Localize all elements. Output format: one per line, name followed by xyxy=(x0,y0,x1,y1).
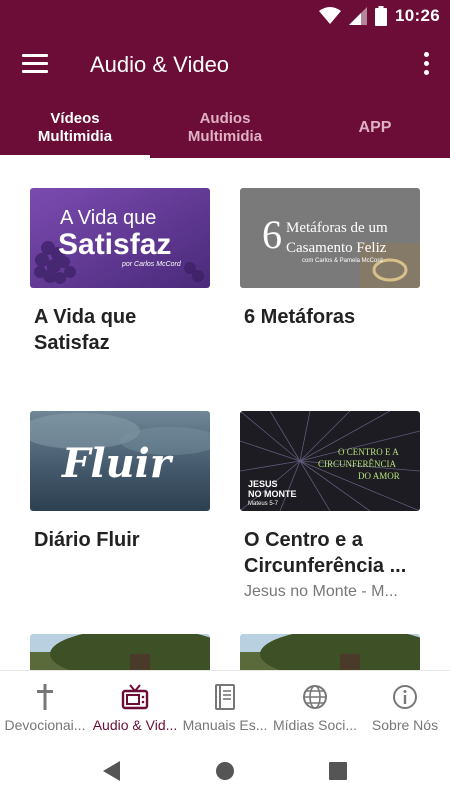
nav-label: Mídias Soci... xyxy=(272,717,358,733)
thumb-text: Mateus 5-7 xyxy=(248,501,279,507)
battery-icon xyxy=(375,6,388,26)
wifi-icon xyxy=(319,7,342,24)
video-card[interactable] xyxy=(240,634,420,670)
thumb-text: CIRCUNFERÊNCIA xyxy=(318,459,397,469)
book-icon xyxy=(180,683,270,711)
nav-item-midias-sociais[interactable]: Mídias Soci... xyxy=(270,671,360,742)
video-thumbnail[interactable]: 6 Metáforas de um Casamento Feliz com Ca… xyxy=(240,188,420,288)
signal-icon xyxy=(349,7,368,25)
tab-audios-multimidia[interactable]: Audios Multimidia xyxy=(150,98,300,158)
tv-icon xyxy=(90,683,180,711)
home-icon[interactable] xyxy=(215,760,235,782)
video-title: O Centro e a Circunferência ... xyxy=(244,529,407,577)
info-icon xyxy=(360,683,450,711)
globe-icon xyxy=(270,683,360,711)
status-time: 10:26 xyxy=(395,6,440,25)
thumb-text: JESUS xyxy=(248,479,278,489)
nav-label: Devocionai... xyxy=(4,717,86,733)
video-card-a-vida-que-satisfaz[interactable]: A Vida que Satisfaz por Carlos McCord A … xyxy=(30,188,210,356)
hamburger-menu-icon[interactable] xyxy=(22,54,48,76)
video-subtitle: Jesus no Monte - M... xyxy=(244,583,398,600)
thumb-text: Casamento Feliz xyxy=(286,240,387,256)
nav-item-audio-video[interactable]: Audio & Vid... xyxy=(90,671,180,742)
video-card-o-centro-e-a-circunferencia[interactable]: JESUS NO MONTE Mateus 5-7 O CENTRO E A C… xyxy=(240,411,420,601)
back-icon[interactable] xyxy=(102,760,122,782)
more-options-icon[interactable] xyxy=(422,52,430,78)
thumb-text: A Vida que xyxy=(60,207,156,229)
tab-label-line2: Multimidia xyxy=(37,128,113,145)
tab-app[interactable]: APP xyxy=(300,98,450,158)
bottom-navigation: Devocionai... Audio & Vid... Manuais Es.… xyxy=(0,670,450,742)
video-title: A Vida que Satisfaz xyxy=(34,306,137,354)
video-thumbnail[interactable] xyxy=(30,634,210,670)
recent-apps-icon[interactable] xyxy=(328,760,348,782)
app-bar: Audio & Video xyxy=(0,32,450,98)
thumb-text: Fluir xyxy=(61,440,174,487)
video-thumbnail[interactable]: A Vida que Satisfaz por Carlos McCord xyxy=(30,188,210,288)
video-card[interactable] xyxy=(30,634,210,670)
video-card-6-metaforas[interactable]: 6 Metáforas de um Casamento Feliz com Ca… xyxy=(240,188,420,330)
thumb-text: DO AMOR xyxy=(358,471,400,481)
video-title: Diário Fluir xyxy=(34,529,140,551)
nav-label: Audio & Vid... xyxy=(92,717,178,733)
video-title: 6 Metáforas xyxy=(244,306,356,328)
video-thumbnail[interactable] xyxy=(240,634,420,670)
tab-label: APP xyxy=(358,119,392,136)
video-grid: A Vida que Satisfaz por Carlos McCord A … xyxy=(0,158,450,670)
thumb-credit: por Carlos McCord xyxy=(121,261,182,268)
tab-bar: Vídeos Multimidia Audios Multimidia APP xyxy=(0,98,450,158)
status-icons: 10:26 xyxy=(319,5,440,27)
thumb-text: Metáforas de um xyxy=(286,220,388,236)
thumb-text: O CENTRO E A xyxy=(338,447,399,457)
page-title: Audio & Video xyxy=(90,52,230,77)
tab-label-line2: Multimidia xyxy=(187,128,263,145)
nav-label: Manuais Es... xyxy=(182,717,268,733)
nav-item-manuais[interactable]: Manuais Es... xyxy=(180,671,270,742)
video-thumbnail[interactable]: JESUS NO MONTE Mateus 5-7 O CENTRO E A C… xyxy=(240,411,420,511)
tab-label-line1: Audios xyxy=(199,110,251,127)
tab-videos-multimidia[interactable]: Vídeos Multimidia xyxy=(0,98,150,158)
nav-label: Sobre Nós xyxy=(371,717,439,733)
system-navigation-bar xyxy=(0,742,450,800)
nav-item-sobre-nos[interactable]: Sobre Nós xyxy=(360,671,450,742)
thumb-text: 6 xyxy=(262,212,282,257)
cross-icon xyxy=(0,683,90,711)
video-card-diario-fluir[interactable]: Fluir Diário Fluir xyxy=(30,411,210,553)
status-bar: 10:26 xyxy=(0,0,450,32)
thumb-credit: com Carlos & Pamela McCord xyxy=(302,258,383,264)
video-thumbnail[interactable]: Fluir xyxy=(30,411,210,511)
tab-label-line1: Vídeos xyxy=(50,110,100,127)
nav-item-devocionais[interactable]: Devocionai... xyxy=(0,671,90,742)
thumb-text: NO MONTE xyxy=(248,489,297,499)
thumb-text: Satisfaz xyxy=(58,228,171,261)
